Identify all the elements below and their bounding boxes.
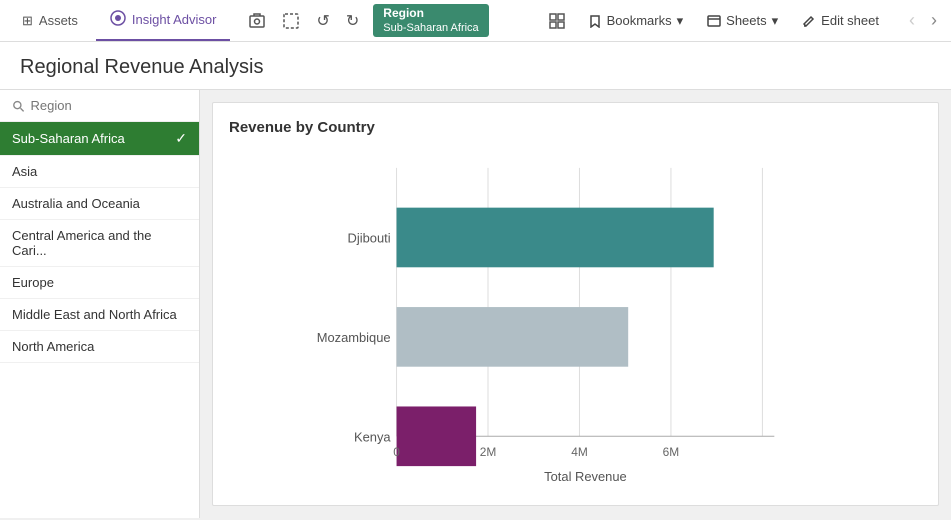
sidebar-item-label: Central America and the Cari... — [12, 228, 151, 258]
sidebar-item-label: Asia — [12, 164, 37, 179]
sidebar-item-middle-east[interactable]: Middle East and North Africa — [0, 299, 199, 331]
grid-view-btn[interactable] — [542, 8, 572, 34]
region-search-input[interactable] — [31, 98, 187, 113]
bar-mozambique[interactable] — [397, 307, 629, 367]
sidebar-item-label: Middle East and North Africa — [12, 307, 177, 322]
bar-kenya[interactable] — [397, 406, 477, 466]
top-bar: ⊞ Assets Insight Advisor ↺ ↻ — [0, 0, 951, 42]
sidebar-item-label: Sub-Saharan Africa — [12, 131, 125, 146]
sidebar-item-sub-saharan-africa[interactable]: Sub-Saharan Africa ✓ — [0, 122, 199, 156]
sidebar-item-label: North America — [12, 339, 94, 354]
nav-prev-btn[interactable]: ‹ — [903, 8, 921, 33]
checkmark-icon: ✓ — [175, 130, 187, 147]
sidebar-item-label: Europe — [12, 275, 54, 290]
redo-btn[interactable]: ↻ — [340, 7, 365, 35]
sidebar-item-europe[interactable]: Europe — [0, 267, 199, 299]
bookmarks-label: Bookmarks — [607, 13, 672, 28]
toolbar-icons: ↺ ↻ — [242, 7, 365, 35]
page-title: Regional Revenue Analysis — [20, 56, 931, 79]
main-content: Sub-Saharan Africa ✓ Asia Australia and Oce… — [0, 90, 951, 518]
sidebar-item-central-america[interactable]: Central America and the Cari... — [0, 220, 199, 267]
bookmarks-chevron: ▾ — [677, 13, 684, 29]
sheets-label: Sheets — [726, 13, 766, 28]
label-mozambique: Mozambique — [317, 330, 391, 345]
bar-djibouti[interactable] — [397, 208, 714, 268]
page-title-bar: Regional Revenue Analysis — [0, 42, 951, 90]
bar-chart-svg: Djibouti Mozambique Kenya 0 2M 4M 6M Tot… — [229, 148, 922, 486]
nav-next-btn[interactable]: › — [925, 8, 943, 33]
assets-tab[interactable]: ⊞ Assets — [8, 0, 92, 41]
selection-label: Region — [383, 6, 478, 22]
sheets-chevron: ▾ — [772, 13, 779, 29]
bookmarks-btn[interactable]: Bookmarks ▾ — [580, 9, 692, 33]
chart-title: Revenue by Country — [229, 119, 922, 136]
chart-container: Revenue by Country Djibouti M — [212, 102, 939, 506]
sidebar: Sub-Saharan Africa ✓ Asia Australia and Oce… — [0, 90, 200, 518]
assets-icon: ⊞ — [22, 13, 33, 29]
sidebar-search — [0, 90, 199, 122]
x-tick-6m: 6M — [663, 445, 680, 459]
assets-label: Assets — [39, 13, 78, 28]
edit-sheet-label: Edit sheet — [821, 13, 879, 28]
chart-body: Djibouti Mozambique Kenya 0 2M 4M 6M Tot… — [229, 148, 922, 486]
sidebar-item-asia[interactable]: Asia — [0, 156, 199, 188]
x-tick-2m: 2M — [480, 445, 497, 459]
insight-advisor-tab[interactable]: Insight Advisor — [96, 0, 231, 41]
insight-advisor-icon — [110, 10, 126, 29]
sheets-btn[interactable]: Sheets ▾ — [699, 9, 786, 33]
selection-value: Sub-Saharan Africa — [383, 21, 478, 35]
lasso-btn[interactable] — [276, 8, 306, 34]
sidebar-item-label: Australia and Oceania — [12, 196, 140, 211]
x-tick-4m: 4M — [571, 445, 588, 459]
undo-btn[interactable]: ↺ — [310, 7, 335, 35]
x-axis-label: Total Revenue — [544, 469, 627, 484]
sidebar-list: Sub-Saharan Africa ✓ Asia Australia and Oce… — [0, 122, 199, 363]
label-kenya: Kenya — [354, 429, 391, 444]
sidebar-item-australia-oceania[interactable]: Australia and Oceania — [0, 188, 199, 220]
screenshot-btn[interactable] — [242, 8, 272, 34]
nav-arrows: ‹ › — [903, 8, 943, 33]
x-tick-0: 0 — [393, 445, 400, 459]
search-icon — [12, 99, 25, 113]
edit-sheet-btn[interactable]: Edit sheet — [794, 9, 887, 32]
top-bar-right: Bookmarks ▾ Sheets ▾ Edit sheet ‹ › — [542, 8, 943, 34]
insight-advisor-label: Insight Advisor — [132, 12, 217, 27]
label-djibouti: Djibouti — [348, 230, 391, 245]
chart-area: Revenue by Country Djibouti M — [200, 90, 951, 518]
sidebar-item-north-america[interactable]: North America — [0, 331, 199, 363]
selection-pill[interactable]: Region Sub-Saharan Africa — [373, 4, 488, 38]
